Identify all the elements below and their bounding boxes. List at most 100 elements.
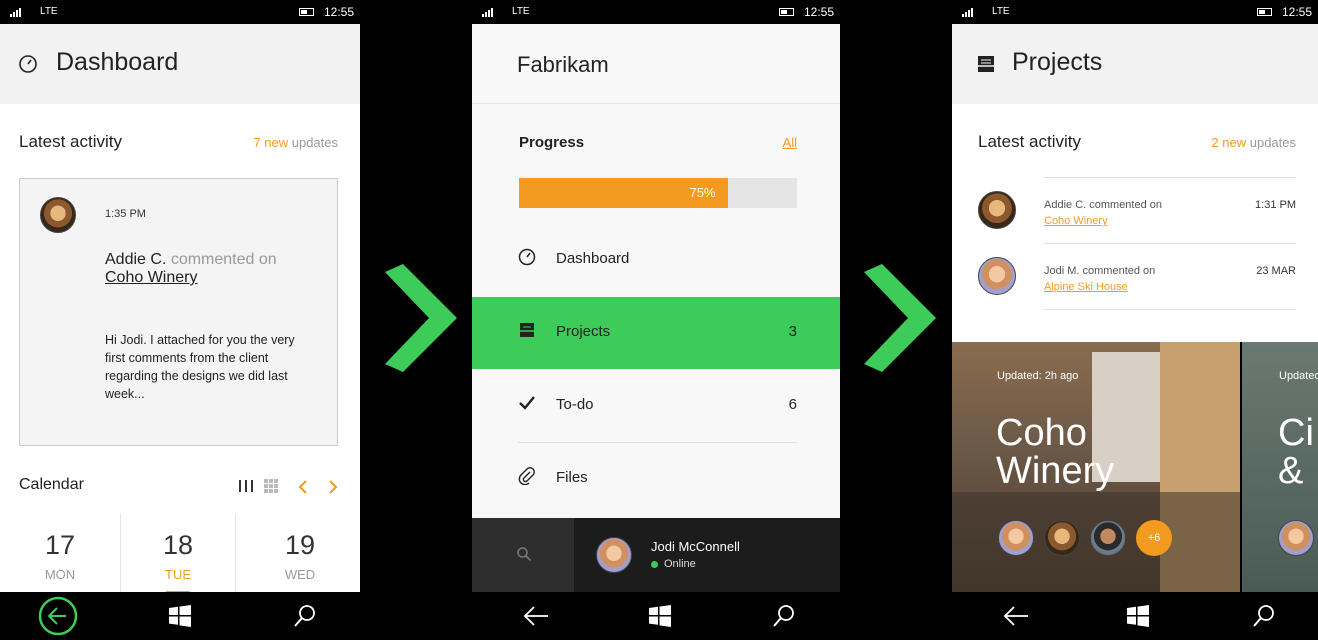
new-updates-link[interactable]: 7 new updates [253,135,338,150]
inbox-icon [978,56,994,72]
menu-label: Files [556,469,588,486]
windows-icon [169,605,191,627]
activity-item[interactable]: Addie C. commented on Coho Winery 1:31 P… [952,182,1318,248]
search-button[interactable] [1234,592,1294,640]
projects-phone: LTE 12:55 Projects Latest activity 2 new… [952,0,1318,640]
battery-icon [779,8,794,16]
transition-arrow-icon [385,264,457,372]
updates-suffix: updates [1246,135,1296,150]
calendar-day-tue[interactable]: 18 TUE [118,514,238,592]
day-number: 18 [162,530,194,560]
user-status: Online [664,558,696,570]
avatar [978,191,1016,229]
nav-bar [952,592,1318,640]
member-avatar [1044,520,1080,556]
tile-updated: Updated [1279,370,1318,382]
menu-item-dashboard[interactable]: Dashboard [472,224,840,296]
menu-item-projects[interactable]: Projects 3 [472,297,840,369]
more-members-badge[interactable]: +6 [1136,520,1172,556]
status-bar: LTE 12:55 [952,0,1318,24]
chevron-left-icon[interactable] [298,480,308,494]
back-arrow-icon [38,596,78,636]
user-profile[interactable]: Jodi McConnell Online [574,518,840,592]
windows-icon [1127,605,1149,627]
menu-label: To-do [556,396,594,413]
search-tile[interactable] [472,518,574,592]
signal-icon [10,8,21,17]
calendar-day-wed[interactable]: 19 WED [240,514,360,592]
start-button[interactable] [150,592,210,640]
card-author: Addie C. [105,251,167,268]
dashboard-header: Dashboard [0,24,360,104]
divider [1044,177,1296,178]
search-button[interactable] [275,592,335,640]
clock-icon [518,248,536,266]
tile-updated: Updated: 2h ago [997,370,1079,382]
paperclip-icon [518,467,535,485]
card-action: commented on [166,251,277,268]
search-icon [1253,605,1274,627]
divider [1044,243,1296,244]
activity-card[interactable]: 1:35 PM Addie C. commented on Coho Winer… [19,178,338,446]
menu-item-files[interactable]: Files [472,443,840,515]
calendar-heading: Calendar [19,476,84,493]
progress-fill: 75% [519,178,728,208]
start-button[interactable] [630,592,690,640]
transition-arrow-icon [864,264,936,372]
battery-icon [299,8,314,16]
start-button[interactable] [1108,592,1168,640]
menu-item-todo[interactable]: To-do 6 [472,370,840,442]
week-view-icon[interactable] [238,479,254,493]
nav-bar [0,592,360,640]
fabrikam-phone: LTE 12:55 Fabrikam Progress All 75% Dash… [472,0,840,640]
day-name: TUE [165,567,191,582]
status-bar: LTE 12:55 [472,0,840,24]
new-updates-link[interactable]: 2 new updates [1211,135,1296,150]
activity-project-link[interactable]: Coho Winery [1044,215,1108,227]
new-count: 2 new [1211,135,1247,150]
tile-project-name: Ci & [1278,414,1314,490]
tile-name-line: Coho [996,412,1087,454]
latest-activity-heading: Latest activity [19,132,122,151]
windows-icon [649,605,671,627]
network-label: LTE [992,6,1010,17]
latest-activity-heading: Latest activity [978,132,1081,151]
back-button[interactable] [506,592,566,640]
day-number: 17 [44,530,76,560]
back-button[interactable] [986,592,1046,640]
activity-text: Addie C. commented on [1044,199,1163,211]
divider [1044,309,1296,310]
network-label: LTE [512,6,530,17]
search-button[interactable] [754,592,814,640]
user-name: Jodi McConnell [651,539,740,554]
activity-item[interactable]: Jodi M. commented on Alpine Ski House 23… [952,248,1318,314]
network-label: LTE [40,6,58,17]
avatar [978,257,1016,295]
menu-label: Dashboard [556,250,630,267]
divider [235,514,236,592]
menu-label: Projects [556,323,611,340]
back-arrow-icon [1003,606,1028,626]
back-button[interactable] [28,592,88,640]
activity-time: 1:31 PM [1255,199,1296,211]
project-tile-next[interactable]: Updated Ci & [1242,342,1318,592]
calendar-day-mon[interactable]: 17 MON [0,514,120,592]
all-link[interactable]: All [783,135,797,150]
clock-time: 12:55 [803,5,834,19]
updates-suffix: updates [288,135,338,150]
day-name: MON [44,567,76,582]
member-avatar [998,520,1034,556]
project-tile-coho-winery[interactable]: Updated: 2h ago Coho Winery +6 [952,342,1240,592]
clock-time: 12:55 [323,5,354,19]
dashboard-phone: LTE 12:55 Dashboard Latest activity 7 ne… [0,0,360,640]
new-count: 7 new [253,135,289,150]
month-view-icon[interactable] [264,479,278,493]
online-dot [651,561,658,568]
page-title: Projects [1012,48,1103,76]
progress-bar: 75% [519,178,797,208]
activity-project-link[interactable]: Alpine Ski House [1044,281,1128,293]
card-project-link[interactable]: Coho Winery [105,269,197,286]
chevron-right-icon[interactable] [328,480,338,494]
signal-icon [482,8,493,17]
page-title: Dashboard [56,48,179,76]
